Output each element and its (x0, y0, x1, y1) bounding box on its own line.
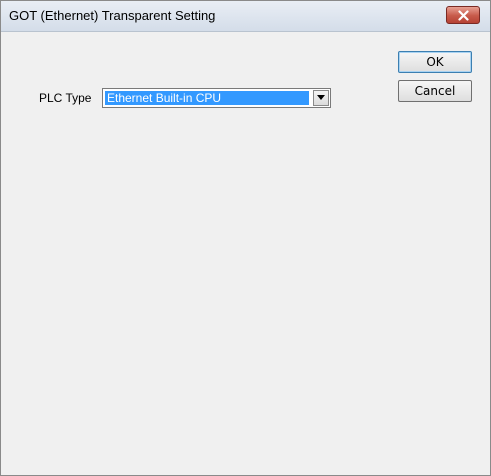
plc-type-label: PLC Type (39, 91, 92, 105)
title-bar[interactable]: GOT (Ethernet) Transparent Setting (1, 1, 490, 32)
dialog-window: GOT (Ethernet) Transparent Setting OK Ca… (0, 0, 491, 476)
plc-type-selected-value: Ethernet Built-in CPU (105, 91, 309, 105)
plc-type-select[interactable]: Ethernet Built-in CPU (102, 88, 331, 108)
window-title: GOT (Ethernet) Transparent Setting (9, 8, 216, 23)
close-icon (458, 10, 469, 21)
plc-type-dropdown-button[interactable] (313, 90, 329, 106)
ok-button[interactable]: OK (398, 51, 472, 73)
close-button[interactable] (446, 6, 480, 24)
chevron-down-icon (317, 95, 325, 100)
cancel-button[interactable]: Cancel (398, 80, 472, 102)
dialog-content: OK Cancel PLC Type Ethernet Built-in CPU (1, 32, 490, 475)
